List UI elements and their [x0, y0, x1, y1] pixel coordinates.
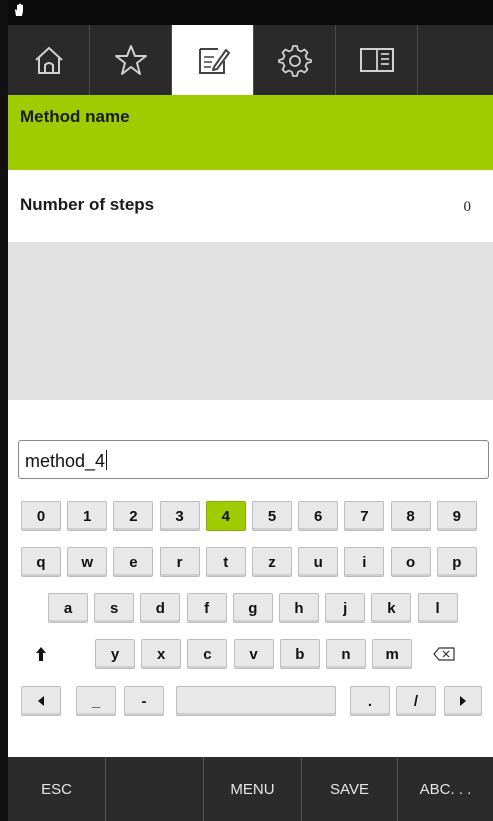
- left-edge: [0, 0, 8, 821]
- key-u[interactable]: u: [298, 547, 339, 577]
- key-w[interactable]: w: [67, 547, 108, 577]
- tab-bar: [8, 25, 493, 95]
- key-g[interactable]: g: [232, 593, 273, 623]
- key-6[interactable]: 6: [298, 501, 339, 531]
- key-3[interactable]: 3: [159, 501, 200, 531]
- key-2[interactable]: 2: [113, 501, 154, 531]
- menu-button[interactable]: MENU: [204, 757, 302, 821]
- tab-favorites[interactable]: [90, 25, 172, 95]
- input-text: method_4: [25, 450, 108, 471]
- empty-button[interactable]: [106, 757, 204, 821]
- key-e[interactable]: e: [113, 547, 154, 577]
- key-y[interactable]: y: [95, 639, 135, 669]
- book-icon: [359, 48, 394, 72]
- key-1[interactable]: 1: [67, 501, 108, 531]
- key-p[interactable]: p: [436, 547, 477, 577]
- method-name-label: Method name: [20, 107, 130, 126]
- key-q[interactable]: q: [21, 547, 61, 577]
- edit-icon: [198, 48, 230, 74]
- key-c[interactable]: c: [187, 639, 228, 669]
- key-a[interactable]: a: [48, 593, 88, 623]
- empty-panel: [8, 242, 493, 400]
- tab-manual[interactable]: [336, 25, 418, 95]
- key-r[interactable]: r: [159, 547, 200, 577]
- gear-icon: [277, 45, 312, 77]
- save-button[interactable]: SAVE: [302, 757, 398, 821]
- number-of-steps-value: 0: [463, 199, 472, 215]
- key-underscore[interactable]: _: [76, 686, 116, 716]
- status-bar: [8, 0, 493, 25]
- arrow-right-icon: [460, 696, 466, 706]
- space-key[interactable]: [176, 686, 336, 716]
- key-x[interactable]: x: [141, 639, 182, 669]
- abc-button[interactable]: ABC. . .: [398, 757, 493, 821]
- text-caret: [106, 450, 108, 470]
- backspace-key[interactable]: [424, 639, 464, 669]
- key-t[interactable]: t: [205, 547, 246, 577]
- esc-button[interactable]: ESC: [8, 757, 106, 821]
- key-j[interactable]: j: [325, 593, 366, 623]
- star-icon: [114, 45, 147, 75]
- tab-home[interactable]: [8, 25, 90, 95]
- key-k[interactable]: k: [371, 593, 412, 623]
- key-9[interactable]: 9: [436, 501, 477, 531]
- cursor-right-key[interactable]: [444, 686, 482, 716]
- tab-bar-filler: [418, 25, 493, 95]
- key-8[interactable]: 8: [390, 501, 431, 531]
- key-n[interactable]: n: [326, 639, 366, 669]
- key-4[interactable]: 4: [205, 501, 246, 531]
- key-7[interactable]: 7: [344, 501, 385, 531]
- tab-settings[interactable]: [254, 25, 336, 95]
- key-d[interactable]: d: [140, 593, 181, 623]
- key-s[interactable]: s: [94, 593, 135, 623]
- key-o[interactable]: o: [390, 547, 431, 577]
- method-name-input[interactable]: method_4: [18, 440, 489, 479]
- shift-key[interactable]: [21, 639, 61, 669]
- key-b[interactable]: b: [279, 639, 320, 669]
- key-h[interactable]: h: [279, 593, 319, 623]
- key-z[interactable]: z: [252, 547, 292, 577]
- shift-icon: [36, 647, 46, 661]
- cursor-left-key[interactable]: [21, 686, 61, 716]
- key-f[interactable]: f: [186, 593, 227, 623]
- key-dot[interactable]: .: [350, 686, 390, 716]
- key-slash[interactable]: /: [396, 686, 436, 716]
- key-dash[interactable]: -: [124, 686, 164, 716]
- tab-edit[interactable]: [172, 25, 254, 95]
- number-of-steps-label: Number of steps: [20, 195, 155, 214]
- bottom-bar: ESC MENU SAVE ABC. . .: [8, 757, 493, 821]
- key-v[interactable]: v: [233, 639, 274, 669]
- arrow-left-icon: [38, 696, 44, 706]
- key-l[interactable]: l: [417, 593, 458, 623]
- key-m[interactable]: m: [372, 639, 413, 669]
- backspace-icon: [433, 647, 455, 661]
- key-5[interactable]: 5: [252, 501, 292, 531]
- hand-icon: [15, 3, 23, 16]
- method-name-row[interactable]: Method name: [8, 95, 493, 170]
- home-icon: [34, 46, 63, 74]
- number-of-steps-row[interactable]: Number of steps 0: [8, 170, 493, 242]
- key-0[interactable]: 0: [21, 501, 61, 531]
- key-i[interactable]: i: [344, 547, 385, 577]
